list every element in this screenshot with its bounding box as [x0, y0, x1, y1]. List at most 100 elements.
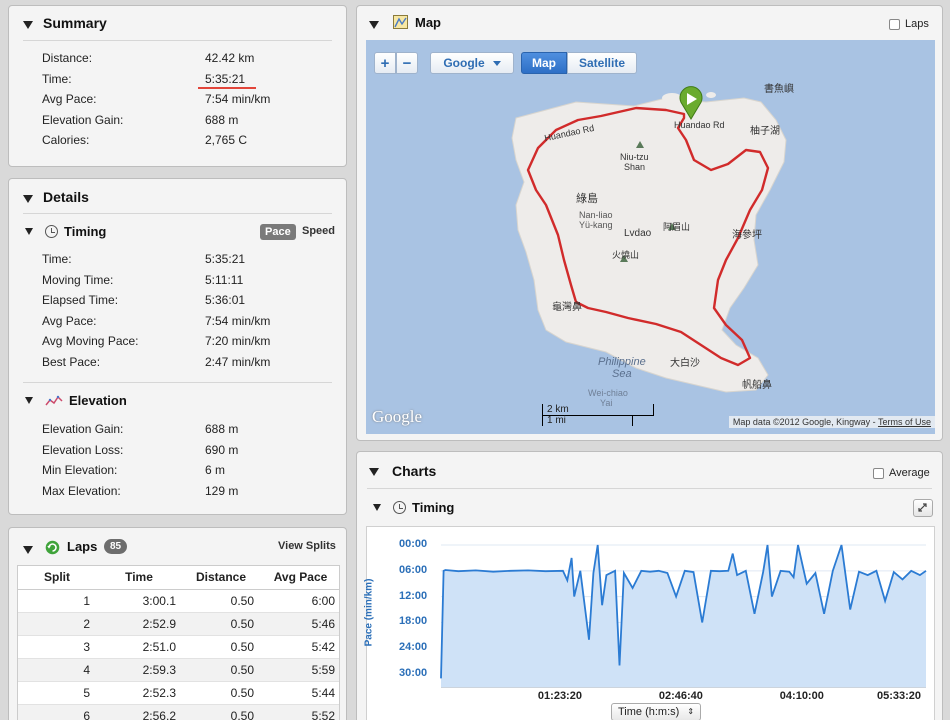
lap-time-cell: 2:52.9: [96, 612, 182, 636]
collapse-triangle-icon: [369, 21, 379, 29]
table-row[interactable]: 5 2:52.3 0.50 5:44: [18, 681, 339, 705]
laps-col-time[interactable]: Time: [96, 566, 182, 590]
expand-chart-button[interactable]: [913, 499, 933, 517]
laps-checkbox-box[interactable]: [889, 18, 900, 30]
charts-collapse-toggle[interactable]: [369, 465, 379, 479]
laps-collapse-toggle[interactable]: [23, 543, 33, 557]
zoom-in-button[interactable]: +: [374, 52, 396, 74]
timing-label: Avg Moving Pace:: [42, 334, 139, 349]
y-tick-label: 18:00: [399, 615, 428, 628]
map-label: Yü-kang: [579, 220, 613, 230]
speed-toggle-button[interactable]: Speed: [302, 225, 335, 237]
table-row[interactable]: 1 3:00.1 0.50 6:00: [18, 589, 339, 613]
laps-checkbox[interactable]: Laps: [889, 18, 929, 30]
collapse-triangle-icon: [25, 397, 33, 404]
start-marker-icon[interactable]: [678, 86, 704, 120]
average-checkbox-box[interactable]: [873, 467, 884, 479]
chart-timing-header[interactable]: Timing: [373, 500, 454, 515]
expand-icon: [918, 503, 927, 512]
lap-time-cell: 2:51.0: [96, 635, 182, 659]
map-label: Wei-chiao: [588, 388, 628, 398]
lap-pace-cell: 5:59: [260, 658, 339, 682]
x-tick-label: 04:10:00: [779, 690, 824, 702]
map-label: 大白沙: [670, 358, 700, 369]
chart-timing-title: Timing: [412, 500, 455, 515]
map-label: 龜灣鼻: [552, 302, 582, 313]
terms-of-use-link[interactable]: Terms of Use: [878, 417, 931, 427]
map-title: Map: [415, 15, 441, 30]
map-type-satellite-button[interactable]: Satellite: [567, 52, 637, 74]
map-provider-label: Google: [443, 56, 485, 70]
summary-value: 5:35:21: [205, 71, 246, 86]
summary-label: Distance:: [42, 51, 93, 65]
map-panel: Map Laps Niu-tzu Shan 綠島 Nan-liao Yü-kan…: [356, 5, 943, 441]
map-type-map-button[interactable]: Map: [521, 52, 567, 74]
map-canvas[interactable]: Niu-tzu Shan 綠島 Nan-liao Yü-kang Lvdao 阿…: [366, 40, 935, 434]
x-axis-selector[interactable]: Time (h:m:s) ⇕: [611, 703, 702, 720]
map-label: Huandao Rd: [674, 120, 725, 130]
elevation-graph-icon: [45, 395, 63, 405]
lap-distance-cell: 0.50: [182, 658, 260, 682]
timing-value: 5:11:11: [205, 272, 244, 287]
view-splits-link[interactable]: View Splits: [278, 540, 336, 552]
map-provider-dropdown[interactable]: Google: [430, 52, 514, 74]
x-tick-label: 02:46:40: [658, 690, 703, 702]
laps-count-badge: 85: [104, 539, 128, 554]
map-label: Niu-tzu: [620, 152, 649, 162]
summary-label: Avg Pace:: [42, 92, 97, 107]
collapse-triangle-icon: [23, 195, 33, 203]
pace-toggle-button[interactable]: Pace: [260, 224, 296, 240]
elevation-subsection-header[interactable]: Elevation: [25, 393, 127, 408]
laps-title: Laps: [67, 539, 98, 554]
elevation-label: Elevation Gain:: [42, 422, 124, 436]
laps-panel: Laps 85 View Splits Split Time Distance …: [8, 527, 347, 720]
map-collapse-toggle[interactable]: [369, 18, 379, 32]
table-row[interactable]: 6 2:56.2 0.50 5:52: [18, 704, 339, 720]
laps-col-avg-pace[interactable]: Avg Pace: [260, 566, 339, 590]
timing-value: 7:54 min/km: [205, 313, 271, 328]
table-row[interactable]: 4 2:59.3 0.50 5:59: [18, 658, 339, 682]
timing-subsection-header[interactable]: Timing: [25, 224, 106, 239]
chart-ylabel: Pace (min/km): [363, 578, 375, 647]
lap-distance-cell: 0.50: [182, 612, 260, 636]
y-tick-label: 30:00: [399, 667, 428, 680]
elevation-value: 129 m: [205, 483, 239, 498]
google-logo: Google: [372, 407, 423, 426]
pace-chart[interactable]: [367, 527, 934, 720]
charts-panel: Charts Average Timing Pace (min/km) 00:0…: [356, 451, 943, 720]
laps-col-split[interactable]: Split: [18, 566, 96, 590]
details-panel: Details Timing Pace Speed Time: 5:35:21 Mo…: [8, 178, 347, 515]
scale-mi-label: 1 mi: [547, 415, 566, 426]
pace-area-fill: [441, 545, 926, 687]
islet: [706, 92, 716, 98]
x-tick-label: 01:23:20: [537, 690, 582, 702]
map-label: 柚子湖: [750, 126, 780, 137]
average-checkbox[interactable]: Average: [873, 467, 930, 479]
map-label: 阿眉山: [663, 222, 691, 232]
laps-col-distance[interactable]: Distance: [182, 566, 260, 590]
collapse-triangle-icon: [373, 504, 381, 511]
zoom-out-button[interactable]: −: [396, 52, 418, 74]
lap-time-cell: 2:59.3: [96, 658, 182, 682]
map-label: 火燒山: [612, 250, 640, 260]
summary-label: Calories:: [42, 133, 90, 148]
laps-refresh-icon: [45, 540, 60, 555]
lap-split-cell: 3: [18, 635, 96, 659]
table-row[interactable]: 3 2:51.0 0.50 5:42: [18, 635, 339, 659]
scale-km-label: 2 km: [547, 404, 569, 415]
table-row[interactable]: 2 2:52.9 0.50 5:46: [18, 612, 339, 636]
y-tick-label: 24:00: [399, 641, 428, 654]
timing-label: Best Pace:: [42, 355, 101, 369]
summary-collapse-toggle[interactable]: [23, 18, 33, 32]
lap-split-cell: 4: [18, 658, 96, 682]
map-label: Philippine: [598, 356, 646, 368]
summary-title: Summary: [43, 15, 107, 31]
lap-distance-cell: 0.50: [182, 589, 260, 613]
lap-split-cell: 2: [18, 612, 96, 636]
collapse-triangle-icon: [23, 546, 33, 554]
summary-panel: Summary Distance: 42.42 km Time: 5:35:21 Avg…: [8, 5, 347, 167]
lap-distance-cell: 0.50: [182, 681, 260, 705]
details-collapse-toggle[interactable]: [23, 192, 33, 206]
timing-title: Timing: [64, 224, 107, 239]
lap-pace-cell: 5:44: [260, 681, 339, 705]
